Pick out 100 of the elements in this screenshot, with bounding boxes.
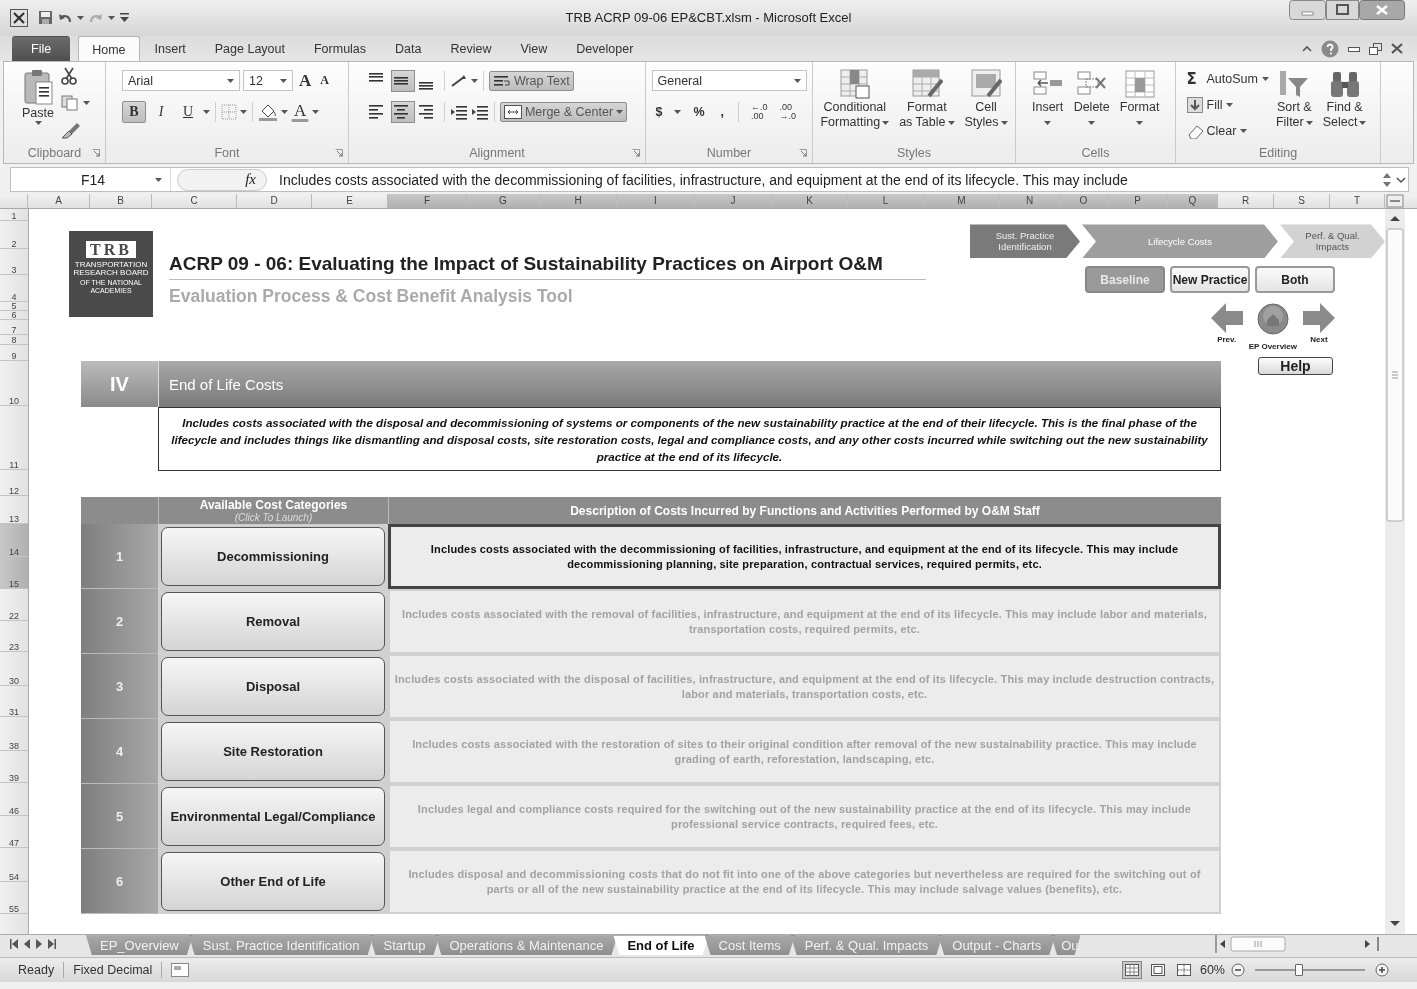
underline-button[interactable]: U [176, 100, 200, 123]
currency-button[interactable]: $ [651, 101, 667, 122]
category-button[interactable]: Site Restoration [161, 722, 385, 782]
dialog-launcher-icon[interactable] [799, 148, 807, 157]
ribbon-tab[interactable]: Formulas [299, 36, 381, 62]
caret-icon[interactable] [1261, 77, 1269, 82]
grow-font-button[interactable]: A [296, 69, 315, 92]
row-header[interactable]: 8 [0, 335, 28, 346]
macro-record-icon[interactable] [171, 963, 190, 978]
column-header[interactable]: S [1274, 194, 1330, 209]
decrease-indent-icon[interactable] [449, 103, 468, 120]
middle-align-icon[interactable] [391, 70, 414, 91]
progress-step[interactable]: Sust. Practice Identification [970, 224, 1080, 259]
ribbon-tab[interactable]: Home [78, 36, 140, 63]
row-header[interactable]: 11 [0, 406, 28, 471]
font-size-dropdown[interactable]: 12 [243, 70, 293, 92]
caret-icon[interactable] [1305, 120, 1313, 125]
name-box[interactable]: F14 [11, 167, 171, 192]
decrease-decimal-button[interactable]: .00 →.0 [777, 100, 799, 123]
zoom-slider[interactable] [1255, 964, 1365, 977]
column-header[interactable]: C [152, 194, 237, 209]
caret-icon[interactable] [947, 120, 955, 125]
category-button[interactable]: Disposal [161, 657, 385, 717]
category-button[interactable]: Removal [161, 592, 385, 652]
caret-icon[interactable] [77, 15, 84, 20]
column-header[interactable]: B [90, 194, 152, 209]
row-header[interactable]: 5 [0, 302, 28, 312]
row-header[interactable]: 39 [0, 751, 28, 784]
paste-button[interactable]: Paste [19, 67, 57, 144]
dialog-launcher-icon[interactable] [92, 148, 100, 157]
caret-icon[interactable] [281, 109, 288, 114]
customize-menu-icon[interactable] [120, 13, 129, 23]
help-icon[interactable] [1321, 39, 1339, 58]
dialog-launcher-icon[interactable] [632, 148, 640, 157]
align-center-icon[interactable] [391, 101, 414, 122]
italic-button[interactable]: I [149, 100, 173, 123]
caret-icon[interactable] [83, 101, 90, 106]
column-header[interactable]: N [1000, 194, 1060, 209]
minimize-icon[interactable] [1348, 44, 1360, 53]
formula-input[interactable]: Includes costs associated with the decommissioning of facilities, infrastructure, and equipment at the end of its lifecycle. This may include [267, 171, 1380, 188]
row-header[interactable]: 46 [0, 783, 28, 817]
zoom-slider-thumb[interactable] [1295, 964, 1303, 977]
caret-icon[interactable] [1088, 120, 1096, 125]
fill-bucket-icon[interactable] [258, 102, 278, 121]
view-button[interactable]: Both [1255, 266, 1335, 294]
home-icon[interactable] [1256, 303, 1289, 336]
column-header[interactable]: Q [1168, 194, 1218, 209]
row-header[interactable]: 23 [0, 621, 28, 653]
column-header[interactable]: P [1108, 194, 1168, 209]
column-header[interactable]: L [848, 194, 924, 209]
ribbon-tab[interactable]: Insert [140, 36, 200, 62]
category-button[interactable]: Decommissioning [161, 527, 385, 587]
copy-icon[interactable] [61, 95, 79, 112]
column-header[interactable]: D [237, 194, 312, 209]
progress-step[interactable]: Perf. & Qual. Impacts [1280, 224, 1385, 259]
column-header[interactable]: O [1060, 194, 1108, 209]
row-header[interactable]: 12 [0, 470, 28, 497]
column-header[interactable]: I [617, 194, 695, 209]
save-icon[interactable] [38, 10, 53, 26]
vertical-scrollbar[interactable] [1385, 209, 1405, 936]
row-header[interactable]: 7 [0, 320, 28, 336]
autosum-button[interactable]: Σ AutoSum [1186, 67, 1269, 92]
caret-icon[interactable] [240, 109, 247, 114]
caret-icon[interactable] [1240, 129, 1248, 134]
spreadsheet-logo-icon[interactable] [10, 8, 28, 27]
right-arrow-icon[interactable] [1303, 303, 1335, 334]
row-header[interactable]: 15 [0, 557, 28, 590]
close-button[interactable] [1359, 0, 1405, 20]
caret-icon[interactable] [470, 78, 478, 83]
caret-icon[interactable] [793, 78, 801, 83]
grid-arrow-button[interactable]: Insert [1028, 67, 1067, 144]
row-header[interactable]: 4 [0, 275, 28, 303]
caret-icon[interactable] [616, 109, 624, 114]
first-sheet-icon[interactable] [10, 939, 18, 950]
brush-icon[interactable] [61, 121, 81, 140]
zoom-level[interactable]: 60% [1199, 963, 1225, 978]
caret-icon[interactable] [203, 109, 210, 114]
column-header[interactable]: T [1330, 194, 1385, 209]
ribbon-tab[interactable]: View [506, 36, 562, 62]
next-sheet-icon[interactable] [36, 939, 42, 950]
column-header[interactable]: K [772, 194, 848, 209]
sort-filter-button[interactable]: Sort & Filter [1272, 67, 1316, 144]
column-header[interactable]: M [924, 194, 1000, 209]
percent-button[interactable]: % [689, 101, 709, 122]
normal-view-icon[interactable] [1121, 961, 1142, 980]
row-header[interactable]: 30 [0, 652, 28, 687]
number-format-dropdown[interactable]: General [651, 70, 807, 92]
column-header[interactable]: J [695, 194, 772, 209]
insert-function-button[interactable]: fx [177, 168, 267, 191]
caret-icon[interactable] [312, 109, 320, 114]
font-color-button[interactable]: A [291, 101, 310, 123]
maximize-button[interactable] [1326, 0, 1359, 20]
grid-chart-button[interactable]: Conditional Formatting [817, 67, 893, 144]
previous-sheet-icon[interactable] [24, 939, 30, 950]
undo-icon[interactable] [58, 11, 72, 24]
table-brush-button[interactable]: Format as Table [896, 67, 958, 144]
view-button[interactable]: New Practice [1170, 266, 1250, 294]
row-header[interactable]: 1 [0, 209, 28, 222]
caret-icon[interactable] [108, 15, 115, 20]
column-header[interactable]: A [28, 194, 90, 209]
